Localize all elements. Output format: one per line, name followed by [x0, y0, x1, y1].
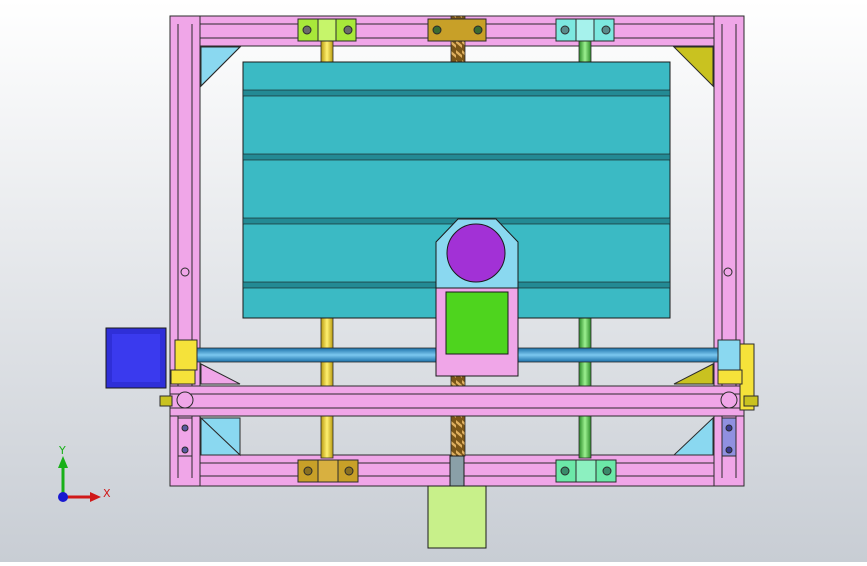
cnc-router-assembly[interactable]: Y X	[0, 0, 867, 562]
top-bearing-blocks[interactable]	[297, 18, 615, 42]
cad-viewport[interactable]: Y X	[0, 0, 867, 562]
z-motor[interactable]	[445, 291, 509, 355]
x-bracket-right[interactable]	[717, 339, 741, 371]
x-bracket-left[interactable]	[174, 339, 198, 371]
x-stepper-motor[interactable]	[105, 327, 167, 389]
spindle-motor[interactable]	[446, 223, 506, 283]
spindle-carriage[interactable]	[435, 218, 519, 377]
gantry-beam[interactable]	[169, 385, 745, 417]
triad-y-label: Y	[58, 444, 66, 457]
triad-x-label: X	[103, 487, 111, 500]
triad-origin	[58, 492, 68, 502]
